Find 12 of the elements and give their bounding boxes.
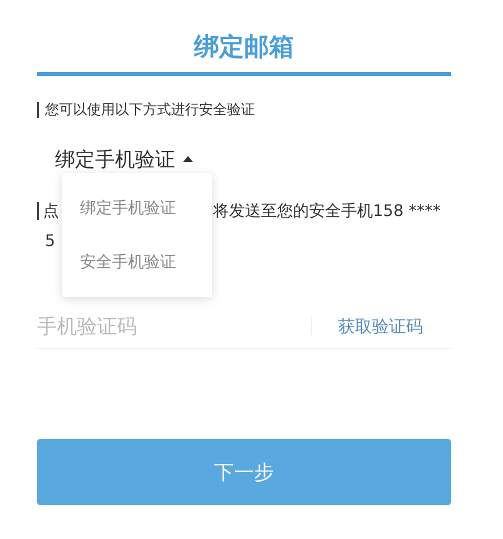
code-field[interactable]: 手机验证码 获取验证码 <box>37 304 451 349</box>
page-title: 绑定邮箱 <box>192 31 295 63</box>
section-label: 您可以使用以下方式进行安全验证 <box>37 102 451 118</box>
dropdown-option[interactable]: 安全手机验证 <box>62 235 212 289</box>
notice-text: 点 <box>43 202 59 220</box>
caret-icon <box>183 156 193 162</box>
method-dropdown[interactable]: 绑定手机验证 <box>55 145 193 173</box>
notice-text: 将发送至您的安全手机158 **** <box>213 202 441 220</box>
notice-text: 5 <box>44 232 56 250</box>
next-button[interactable]: 下一步 <box>37 439 451 505</box>
dropdown-option[interactable]: 绑定手机验证 <box>62 181 212 235</box>
get-code-link[interactable]: 获取验证码 <box>338 314 423 338</box>
